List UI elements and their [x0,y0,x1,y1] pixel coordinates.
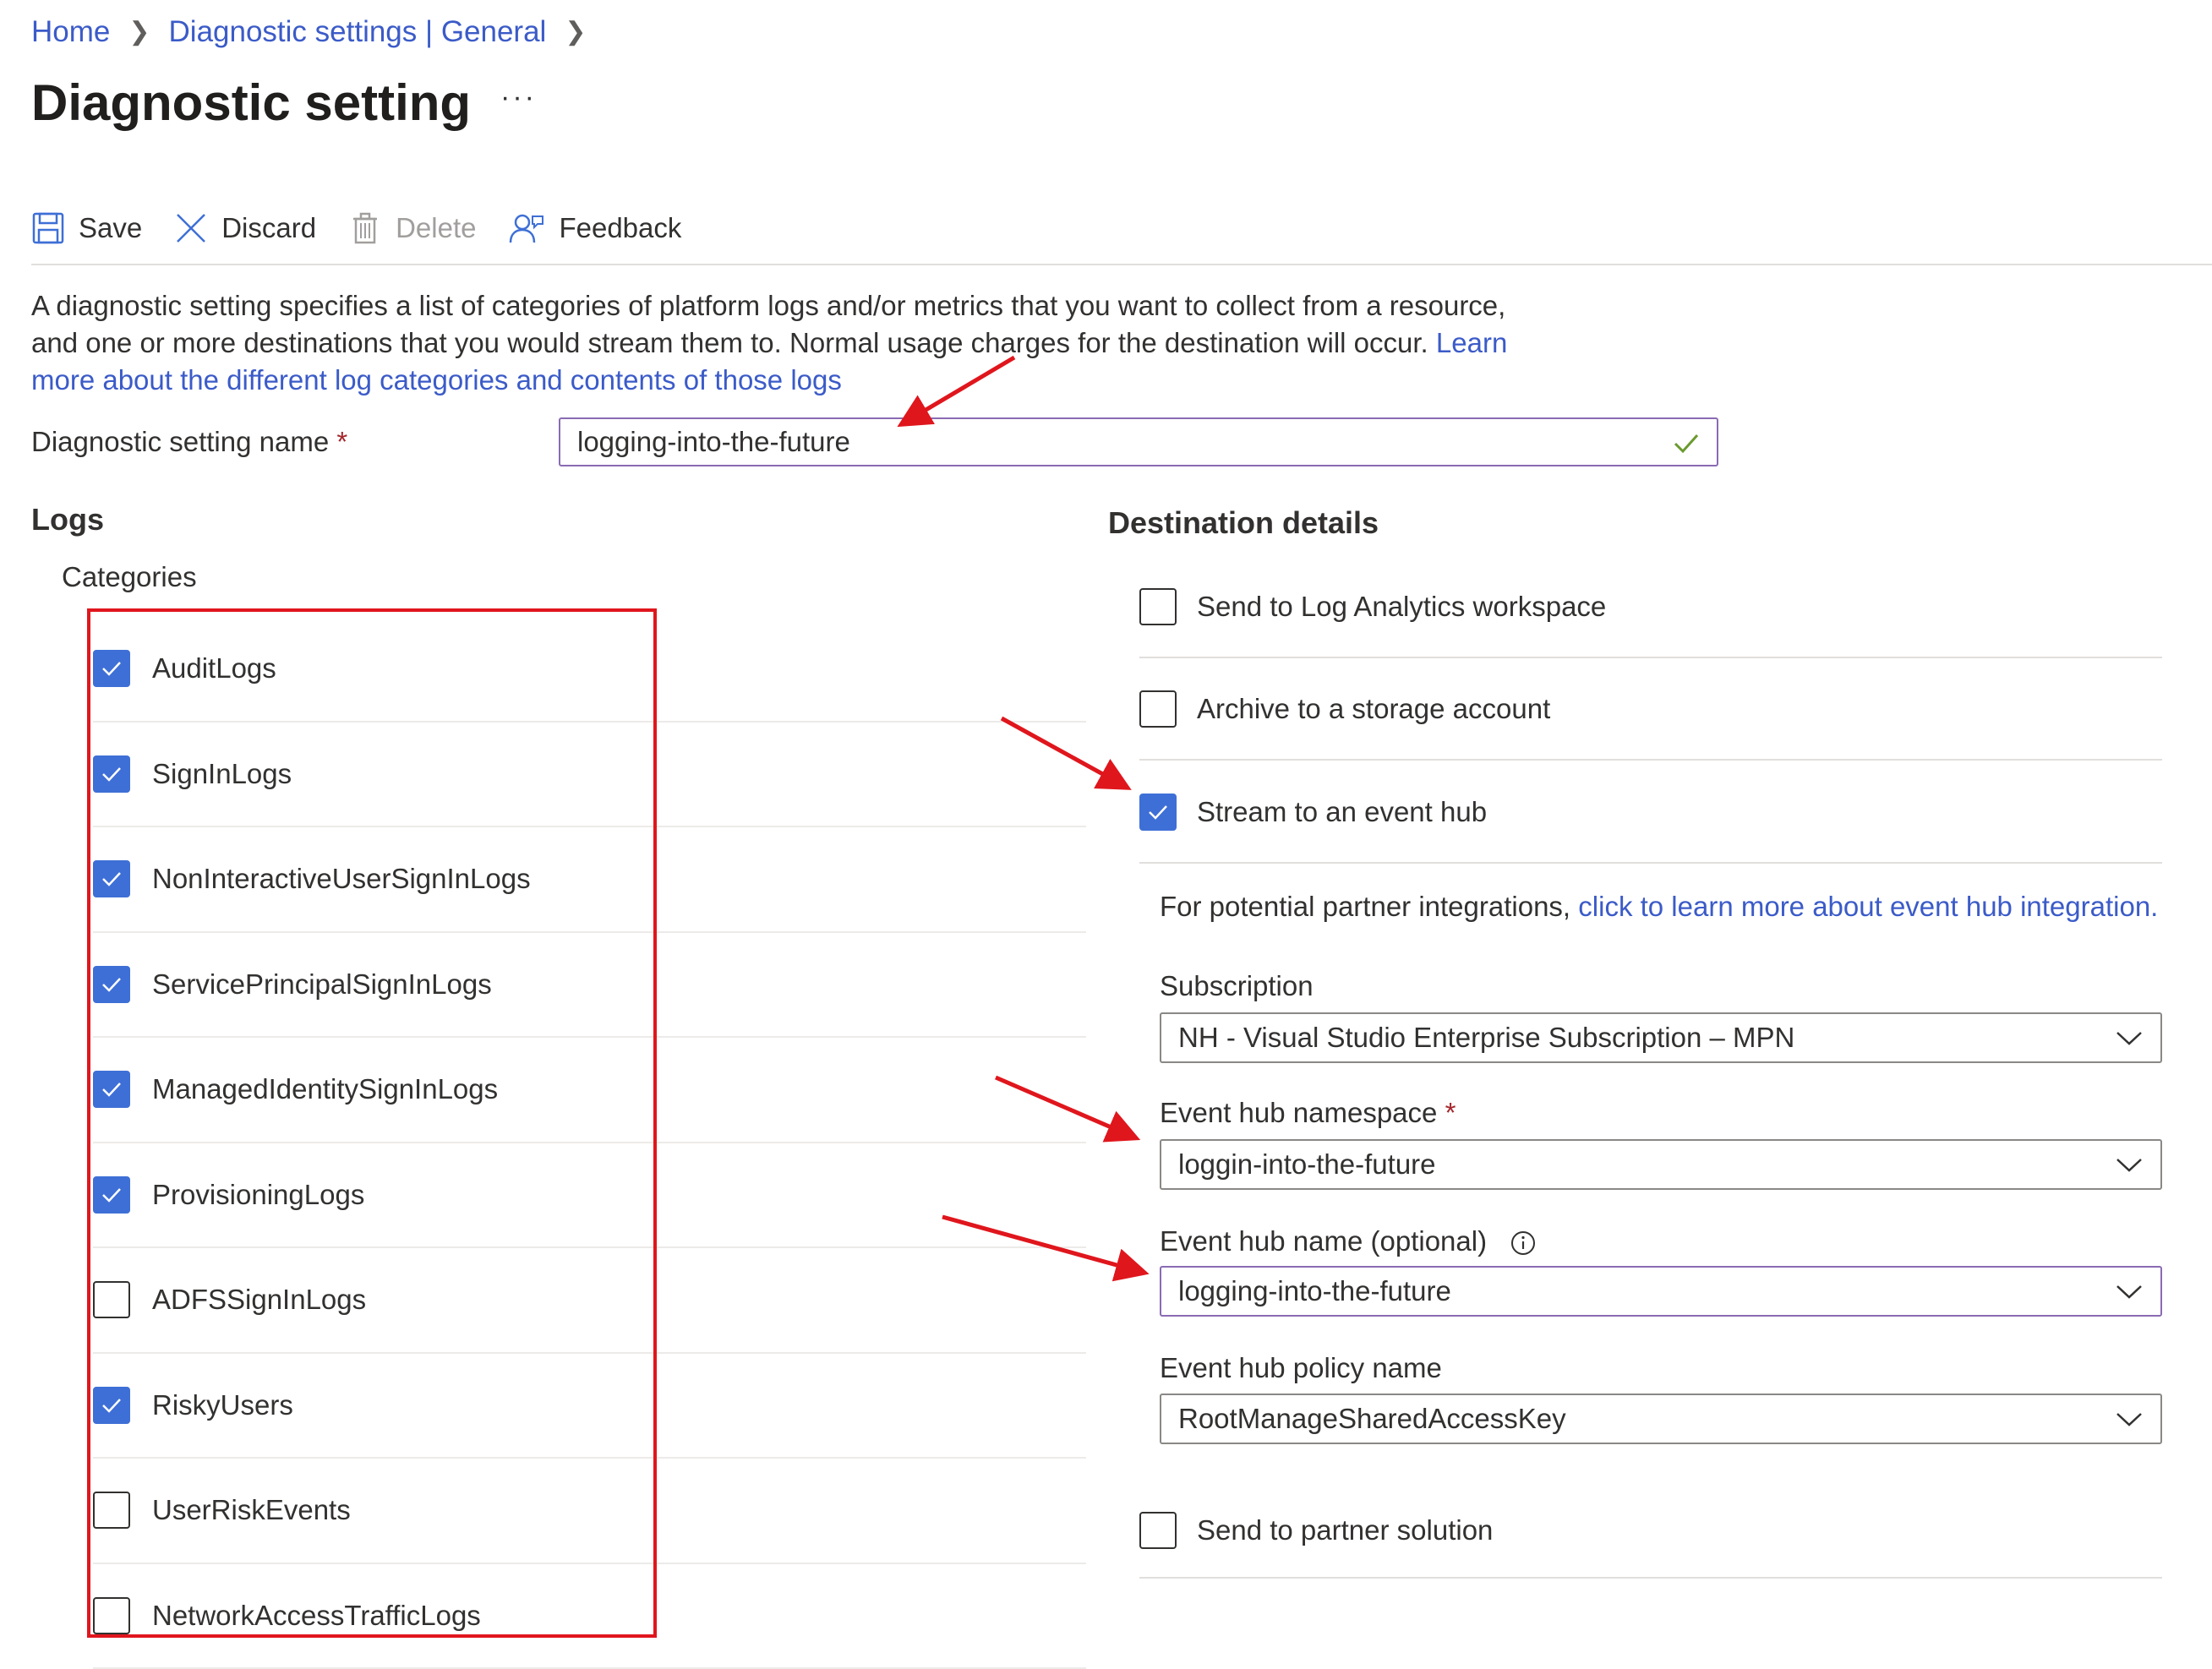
checkmark-icon [1145,799,1171,825]
breadcrumb-home[interactable]: Home [31,12,110,52]
feedback-button[interactable]: Feedback [508,211,681,245]
option-label: Stream to an event hub [1197,796,1487,828]
info-icon[interactable] [1510,1230,1537,1257]
partner-integration-note: For potential partner integrations, clic… [1160,887,2158,926]
policy-dropdown[interactable]: RootManageSharedAccessKey [1160,1394,2162,1444]
storage-account-option[interactable]: Archive to a storage account [1139,658,2162,761]
chevron-right-icon: ❯ [565,12,586,52]
setting-name-label-text: Diagnostic setting name [31,426,329,457]
event-hub-integration-link[interactable]: click to learn more about event hub inte… [1578,891,2158,922]
feedback-label: Feedback [559,212,681,244]
namespace-value: loggin-into-the-future [1178,1148,1436,1181]
checkbox[interactable] [1139,794,1177,831]
description: A diagnostic setting specifies a list of… [31,287,1536,399]
destination-heading: Destination details [1108,505,1379,541]
option-label: Send to Log Analytics workspace [1197,591,1606,623]
setting-name-value: logging-into-the-future [577,426,850,458]
delete-label: Delete [396,212,476,244]
setting-name-input[interactable]: logging-into-the-future [559,417,1718,466]
chevron-down-icon [2115,1281,2144,1301]
required-mark: * [1445,1097,1456,1128]
namespace-dropdown[interactable]: loggin-into-the-future [1160,1139,2162,1190]
subscription-value: NH - Visual Studio Enterprise Subscripti… [1178,1022,1794,1054]
description-text: A diagnostic setting specifies a list of… [31,290,1505,358]
checkbox[interactable] [1139,1512,1177,1549]
hub-name-value: logging-into-the-future [1178,1275,1451,1307]
toolbar-divider [31,264,2212,265]
trash-icon [348,211,382,245]
policy-label: Event hub policy name [1160,1349,1442,1388]
log-analytics-option[interactable]: Send to Log Analytics workspace [1139,556,2162,658]
hub-name-label-text: Event hub name (optional) [1160,1225,1487,1257]
breadcrumb-diagnostic-settings[interactable]: Diagnostic settings | General [169,12,547,52]
hub-name-label: Event hub name (optional) [1160,1222,1537,1261]
annotation-highlight-box [87,608,657,1638]
logs-heading: Logs [31,502,104,537]
chevron-right-icon: ❯ [128,12,150,52]
checkbox[interactable] [1139,588,1177,625]
discard-label: Discard [221,212,316,244]
delete-button[interactable]: Delete [348,211,476,245]
more-options-button[interactable]: ··· [500,81,537,114]
partner-solution-option[interactable]: Send to partner solution [1139,1484,2162,1579]
namespace-label-text: Event hub namespace [1160,1097,1437,1128]
checkbox[interactable] [1139,690,1177,728]
setting-name-label: Diagnostic setting name * [31,423,347,461]
save-label: Save [79,212,142,244]
discard-button[interactable]: Discard [174,211,316,245]
option-label: Send to partner solution [1197,1514,1493,1546]
close-icon [174,211,208,245]
partner-note-text: For potential partner integrations, [1160,891,1570,922]
namespace-label: Event hub namespace * [1160,1094,1456,1132]
categories-label: Categories [62,561,197,593]
chevron-down-icon [2115,1409,2144,1429]
chevron-down-icon [2115,1028,2144,1048]
checkmark-icon [1671,428,1701,458]
event-hub-option[interactable]: Stream to an event hub [1139,761,2162,864]
save-button[interactable]: Save [31,211,142,245]
command-bar: Save Discard Delete Feedback [31,203,713,254]
feedback-icon [508,211,545,245]
policy-value: RootManageSharedAccessKey [1178,1403,1566,1435]
subscription-dropdown[interactable]: NH - Visual Studio Enterprise Subscripti… [1160,1012,2162,1063]
subscription-label: Subscription [1160,967,1314,1006]
breadcrumb: Home ❯ Diagnostic settings | General ❯ [31,12,604,52]
save-icon [31,211,65,245]
option-label: Archive to a storage account [1197,693,1550,725]
page-title: Diagnostic setting [31,69,471,137]
hub-name-dropdown[interactable]: logging-into-the-future [1160,1266,2162,1317]
chevron-down-icon [2115,1154,2144,1175]
required-mark: * [336,426,347,457]
